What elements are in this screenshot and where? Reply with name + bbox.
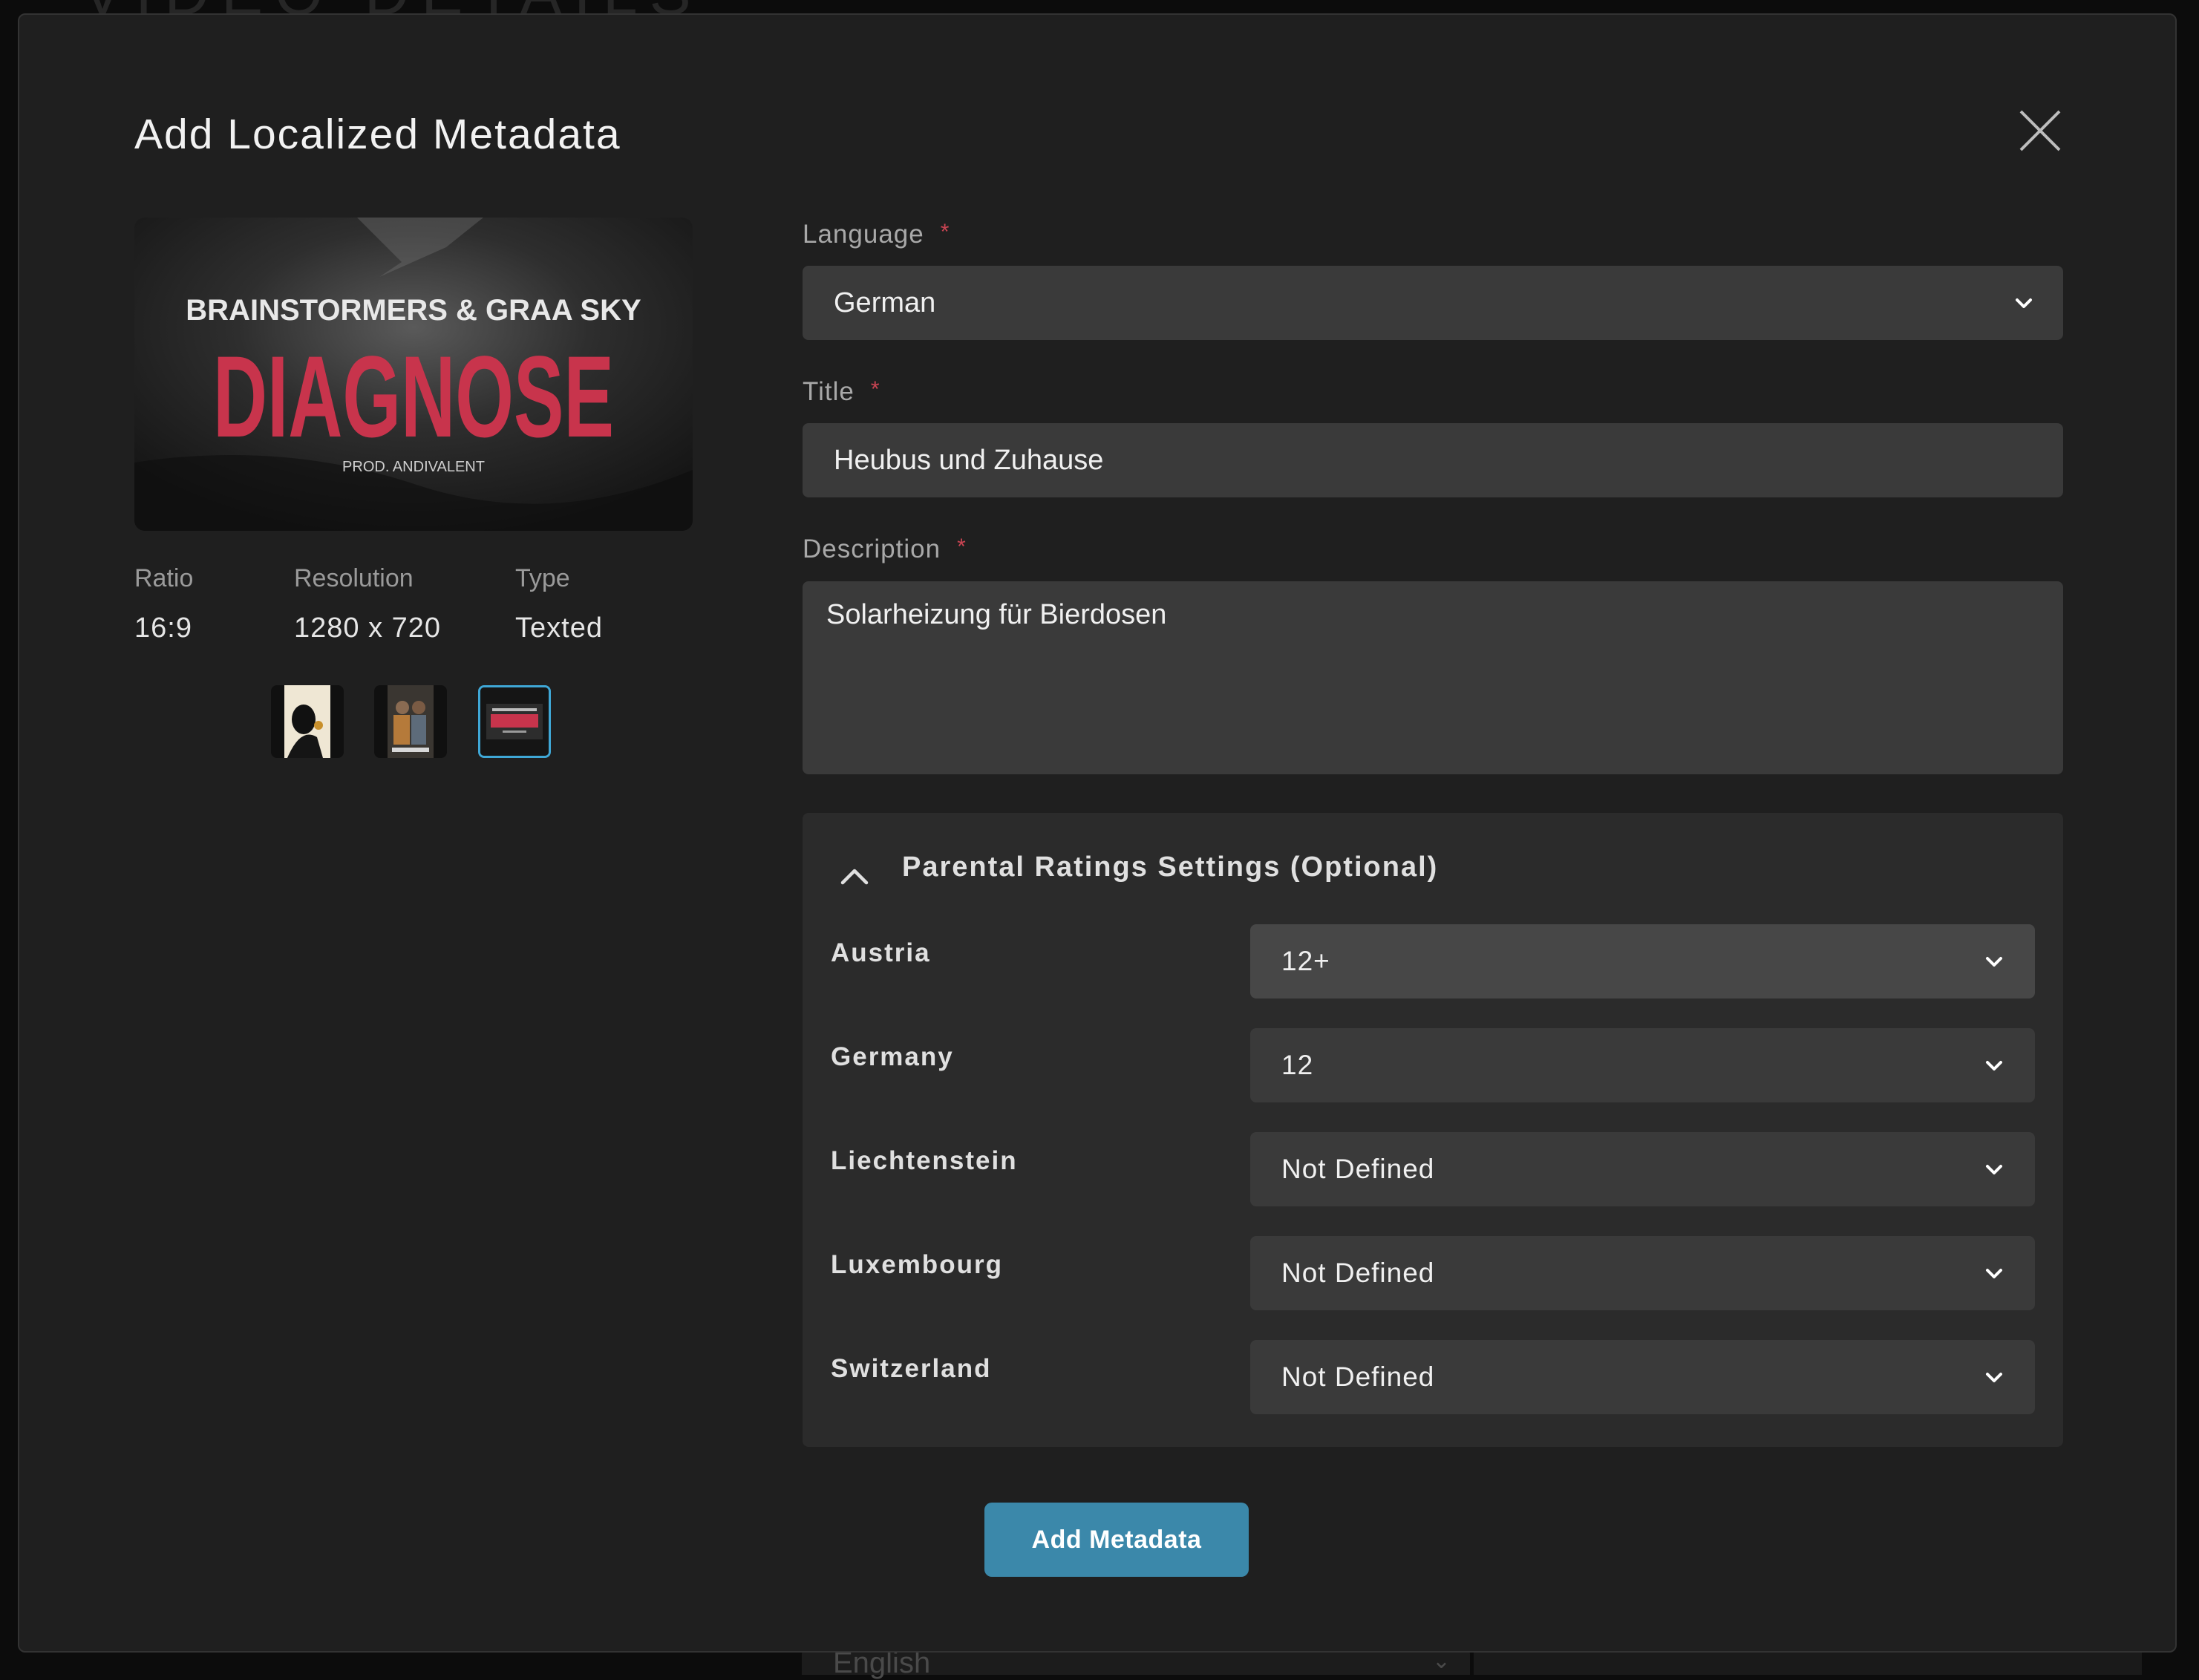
meta-resolution: Resolution 1280 x 720 [294, 564, 441, 644]
language-select[interactable]: German [803, 266, 2063, 340]
country-label-austria: Austria [831, 938, 931, 967]
title-label-text: Title [803, 377, 855, 406]
chevron-down-icon [1986, 1269, 2002, 1278]
resolution-label: Resolution [294, 564, 414, 592]
title-label: Title * [803, 377, 880, 407]
ratio-value: 16:9 [134, 612, 192, 644]
title-input[interactable]: Heubus und Zuhause [803, 423, 2063, 497]
type-label: Type [515, 564, 570, 592]
chevron-down-icon [1986, 1165, 2002, 1174]
country-label-liechtenstein: Liechtenstein [831, 1146, 1018, 1175]
thumbnail-1[interactable] [271, 685, 344, 758]
chevron-down-icon [2016, 298, 2032, 308]
rating-value: 12+ [1281, 946, 1330, 976]
rating-select-luxembourg[interactable]: Not Defined [1250, 1236, 2035, 1310]
artwork-preview: BRAINSTORMERS & GRAA SKY DIAGNOSE PROD. … [134, 218, 693, 531]
rating-select-liechtenstein[interactable]: Not Defined [1250, 1132, 2035, 1206]
language-select-value: German [834, 287, 936, 318]
rating-value: 12 [1281, 1050, 1314, 1080]
required-marker: * [957, 535, 967, 559]
add-localized-metadata-modal: Add Localized Metadata BRAINSTORMERS & G… [18, 13, 2177, 1653]
add-metadata-button[interactable]: Add Metadata [984, 1503, 1249, 1577]
title-input-value: Heubus und Zuhause [834, 444, 1104, 476]
modal-title: Add Localized Metadata [134, 111, 621, 158]
meta-ratio: Ratio 16:9 [134, 564, 193, 644]
rating-value: Not Defined [1281, 1362, 1435, 1392]
background-panel [1474, 1650, 2142, 1675]
rating-select-germany[interactable]: 12 [1250, 1028, 2035, 1102]
background-language-select: English ⌄ [802, 1647, 1470, 1679]
rating-select-switzerland[interactable]: Not Defined [1250, 1340, 2035, 1414]
parental-ratings-panel: Parental Ratings Settings (Optional) Aus… [803, 813, 2063, 1447]
required-marker: * [940, 220, 950, 244]
chevron-up-icon [840, 869, 869, 885]
thumbnail-3-selected[interactable] [478, 685, 551, 758]
description-textarea-value: Solarheizung für Bierdosen [826, 599, 1167, 630]
preview-title-text: DIAGNOSE [213, 333, 614, 462]
thumbnail-2[interactable] [374, 685, 447, 758]
parental-ratings-title: Parental Ratings Settings (Optional) [902, 852, 1439, 883]
rating-select-austria[interactable]: 12+ [1250, 924, 2035, 998]
preview-producer-text: PROD. ANDIVALENT [342, 459, 485, 475]
chevron-down-icon [1986, 1061, 2002, 1071]
description-textarea[interactable]: Solarheizung für Bierdosen [803, 581, 2063, 774]
close-button[interactable] [2010, 101, 2070, 160]
country-label-germany: Germany [831, 1042, 954, 1071]
language-label: Language * [803, 220, 950, 249]
chevron-down-icon [1986, 1373, 2002, 1382]
chevron-down-icon [1986, 957, 2002, 967]
parental-ratings-collapse-toggle[interactable] [832, 859, 877, 892]
close-icon [2019, 110, 2061, 151]
ratio-label: Ratio [134, 564, 194, 592]
preview-artist-text: BRAINSTORMERS & GRAA SKY [186, 294, 641, 327]
rating-value: Not Defined [1281, 1258, 1435, 1288]
rating-value: Not Defined [1281, 1154, 1435, 1184]
description-label-text: Description [803, 535, 941, 563]
description-label: Description * [803, 535, 967, 564]
meta-type: Type Texted [515, 564, 603, 644]
country-label-switzerland: Switzerland [831, 1354, 992, 1383]
resolution-value: 1280 x 720 [294, 612, 442, 644]
type-value: Texted [515, 612, 603, 644]
country-label-luxembourg: Luxembourg [831, 1250, 1003, 1279]
required-marker: * [870, 377, 880, 402]
language-label-text: Language [803, 220, 924, 249]
